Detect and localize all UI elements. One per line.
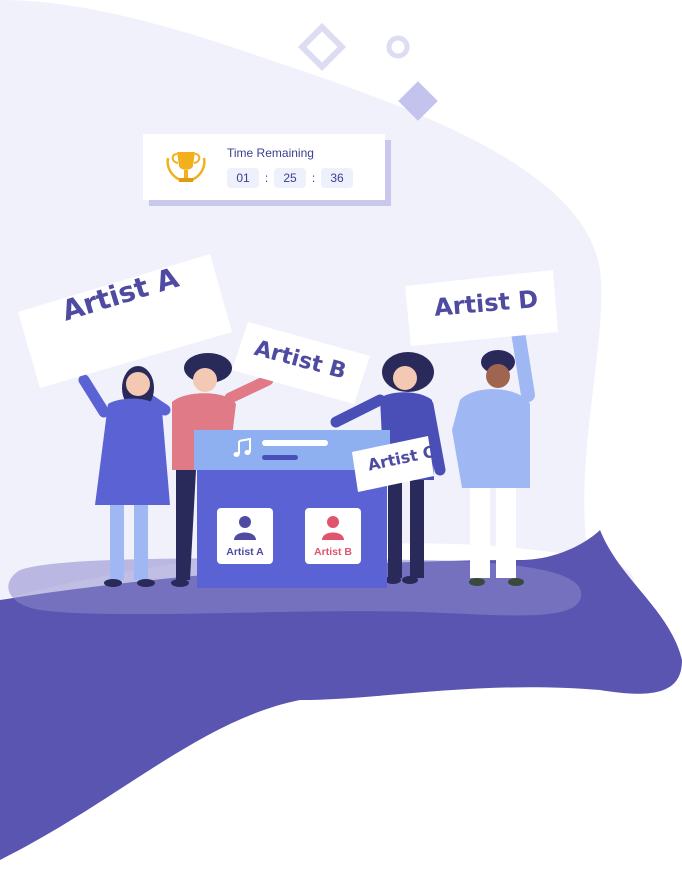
vote-option-artist-b[interactable]: Artist B [305,508,361,564]
vote-option-label: Artist A [226,546,264,558]
user-icon [234,516,256,540]
vote-option-artist-a[interactable]: Artist A [217,508,273,564]
vote-option-label: Artist B [314,546,352,558]
timer-value: 01 : 25 : 36 [227,168,353,188]
countdown-card: Time Remaining 01 : 25 : 36 [143,134,385,200]
timer-seconds: 36 [321,168,353,188]
music-note-icon [233,437,251,457]
trophy-icon [166,152,206,182]
timer-separator: : [264,171,269,185]
timer-title: Time Remaining [227,146,314,160]
timer-hours: 01 [227,168,259,188]
illustration [0,0,682,860]
diamond-outline-shape [297,22,347,72]
ring-shape [386,35,410,59]
timer-separator: : [311,171,316,185]
user-icon [322,516,344,540]
timer-minutes: 25 [274,168,306,188]
